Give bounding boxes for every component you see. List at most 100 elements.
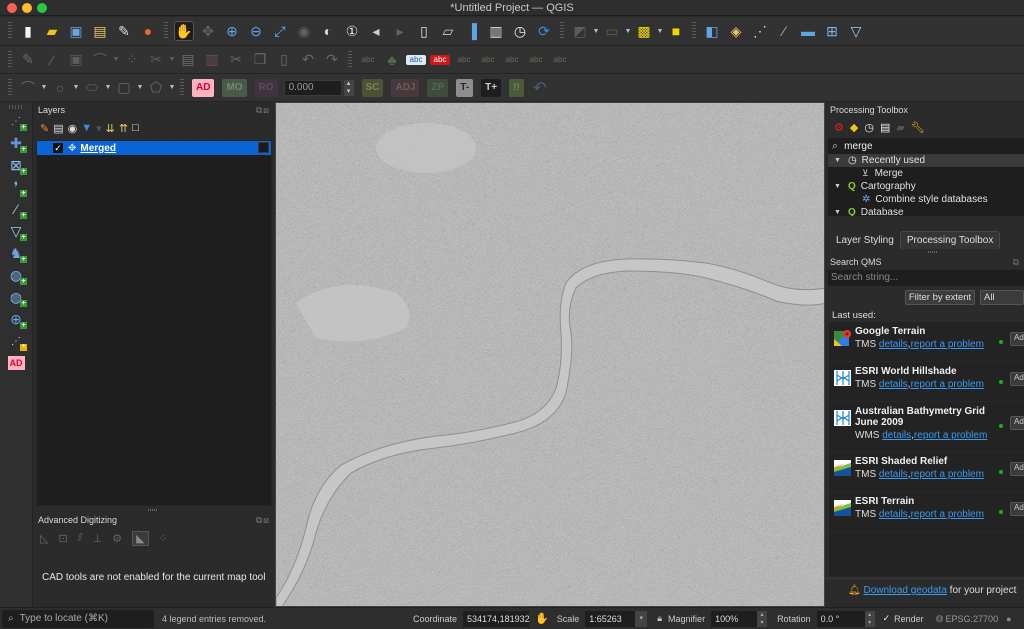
add-service-button[interactable]: Add	[1010, 372, 1024, 386]
temporal-controller-icon[interactable]: ◷	[510, 21, 530, 41]
lock-scale-icon[interactable]: 🔒︎	[657, 613, 662, 624]
panel-float-close-icons[interactable]: ⧉⊠	[256, 105, 270, 116]
layer-row-merged[interactable]: ✓ ✥ Merged	[37, 141, 271, 155]
history-clock-icon[interactable]: ◷	[864, 121, 874, 134]
circle-tool-icon[interactable]: ○	[50, 78, 70, 98]
report-problem-link[interactable]: report a problem	[911, 339, 984, 350]
qms-service-item[interactable]: ESRI Shaded Relief TMS details,report a …	[829, 452, 1024, 492]
copy-features-icon[interactable]: ❐	[250, 50, 270, 70]
add-raster-layer-icon[interactable]: ✚ +	[5, 133, 27, 153]
pin-labels-icon[interactable]: abc	[454, 50, 474, 70]
zoom-out-icon[interactable]: ⊖	[246, 21, 266, 41]
details-link[interactable]: details	[879, 339, 908, 350]
details-link[interactable]: details	[879, 469, 908, 480]
chevron-down-icon[interactable]: ▼	[136, 84, 144, 91]
filter-by-extent-button[interactable]: Filter by extent	[905, 290, 975, 305]
save-edits-icon[interactable]: ▣	[66, 50, 86, 70]
chevron-down-icon[interactable]: ▼	[624, 28, 632, 35]
select-features-icon[interactable]: ◩	[570, 21, 590, 41]
add-wms-layer-icon[interactable]: ◍ +	[5, 265, 27, 285]
report-problem-link[interactable]: report a problem	[911, 509, 984, 520]
magnifier-field[interactable]: 100%	[711, 610, 758, 627]
add-service-button[interactable]: Add	[1010, 332, 1024, 346]
collapse-all-icon[interactable]: ⇈	[119, 122, 128, 135]
locator-search-input[interactable]: ⌕ Type to locate (⌘K)	[2, 609, 154, 628]
layer-visibility-checkbox[interactable]: ✓	[53, 143, 63, 153]
warning-toggle[interactable]: !!	[509, 78, 524, 97]
toggle-extents-icon[interactable]: ✋	[535, 612, 549, 625]
rotation-toggle[interactable]: RO	[254, 78, 278, 97]
new-spatialite-icon[interactable]: ⊞	[822, 21, 842, 41]
tree-group-cartography[interactable]: ▼ Q Cartography	[828, 180, 1024, 193]
models-icon[interactable]: ⚙	[834, 121, 844, 134]
scale-dropdown[interactable]: ▾	[635, 610, 648, 627]
toolbar-grip[interactable]	[9, 105, 23, 109]
add-service-button[interactable]: Add	[1010, 416, 1024, 430]
remove-layer-icon[interactable]: □	[132, 122, 139, 134]
deselect-icon[interactable]: ▩	[634, 21, 654, 41]
snap-to-common-icon[interactable]: ◣	[132, 530, 149, 546]
qms-search-input[interactable]: Search string...	[828, 270, 1024, 286]
zoom-in-icon[interactable]: ⊕	[222, 21, 242, 41]
change-label-icon[interactable]: abc	[550, 50, 570, 70]
offset-stepper[interactable]: ▴ ▾	[343, 79, 354, 96]
cut-features-icon[interactable]: ✂	[226, 50, 246, 70]
options-wrench-icon[interactable]: 🔧︎	[911, 121, 925, 134]
panel-splitter[interactable]	[928, 251, 938, 253]
filter-expression-icon[interactable]: ▾	[96, 122, 102, 135]
undo-icon[interactable]: ↶	[298, 50, 318, 70]
tree-group-database[interactable]: ▼ Q Database	[828, 206, 1024, 216]
manage-visibility-icon[interactable]: ◉	[68, 122, 78, 135]
style-manager-icon[interactable]: ●	[138, 21, 158, 41]
qms-service-item[interactable]: Australian Bathymetry Grid June 2009 WMS…	[829, 402, 1024, 452]
polygon-tool-icon[interactable]: ⬠	[146, 78, 166, 98]
new-bookmark-icon[interactable]: ▐	[462, 21, 482, 41]
results-viewer-icon[interactable]: ▤	[880, 121, 890, 134]
diagram-icon[interactable]: ♣	[382, 50, 402, 70]
new-shapefile-icon[interactable]: ⁄	[774, 21, 794, 41]
rotate-label-icon[interactable]: abc	[526, 50, 546, 70]
new-3d-map-icon[interactable]: ▱	[438, 21, 458, 41]
add-postgis-layer-icon[interactable]: ♞ +	[5, 243, 27, 263]
toolbar-grip[interactable]	[164, 22, 168, 40]
new-virtual-layer-icon[interactable]: ▬	[798, 21, 818, 41]
toolbar-grip[interactable]	[348, 50, 352, 69]
add-wfs-layer-icon[interactable]: ◍ +	[5, 287, 27, 307]
expand-arrow-icon[interactable]: ▼	[834, 209, 841, 216]
download-geodata-link[interactable]: Download geodata	[863, 585, 946, 596]
zoom-to-selection-icon[interactable]: ◉	[294, 21, 314, 41]
rotation-stepper[interactable]: ▴ ▾	[864, 610, 875, 627]
crs-button[interactable]: EPSG:27700	[946, 614, 999, 624]
toolbar-grip[interactable]	[8, 22, 12, 40]
save-project-icon[interactable]: ▣	[66, 21, 86, 41]
report-problem-link[interactable]: report a problem	[911, 469, 984, 480]
open-styling-icon[interactable]: ✎	[40, 122, 49, 135]
settings-gear-icon[interactable]: ⚙	[112, 532, 122, 545]
chevron-down-icon[interactable]: ▼	[592, 28, 600, 35]
floater-icon[interactable]: ⁘	[159, 532, 168, 545]
chevron-down-icon[interactable]: ▼	[104, 84, 112, 91]
add-group-icon[interactable]: ▤	[53, 122, 63, 135]
select-location-icon[interactable]: ■	[666, 21, 686, 41]
undo-arrow-icon[interactable]: ↶	[530, 78, 550, 98]
perpendicular-icon[interactable]: ⊥	[93, 532, 103, 545]
magnifier-stepper[interactable]: ▴ ▾	[757, 610, 768, 627]
zoom-to-layer-icon[interactable]: ◐	[318, 21, 338, 41]
map-canvas[interactable]	[275, 102, 825, 607]
toolbar-grip[interactable]	[560, 22, 564, 40]
filter-select[interactable]: All	[980, 290, 1024, 305]
add-mesh-layer-icon[interactable]: ⊠ +	[5, 155, 27, 175]
advanced-digitizing-icon[interactable]: AD	[5, 353, 27, 373]
delete-selected-icon[interactable]: ▥	[202, 50, 222, 70]
add-virtual-layer-icon[interactable]: ⋰ *	[5, 331, 27, 351]
chevron-down-icon[interactable]: ▼	[168, 84, 176, 91]
zoom-next-icon[interactable]: ▸	[390, 21, 410, 41]
expand-all-icon[interactable]: ⇊	[106, 122, 115, 135]
add-spatialite-icon[interactable]: ▽ +	[5, 221, 27, 241]
chevron-down-icon[interactable]: ▼	[40, 84, 48, 91]
qms-service-item[interactable]: Google Terrain TMS details,report a prob…	[829, 322, 1024, 362]
expand-arrow-icon[interactable]: ▼	[834, 183, 841, 190]
digitize-line-icon[interactable]: ⌒	[90, 50, 110, 70]
layout-manager-icon[interactable]: ✎	[114, 21, 134, 41]
filter-legend-icon[interactable]: ▼	[81, 122, 92, 134]
